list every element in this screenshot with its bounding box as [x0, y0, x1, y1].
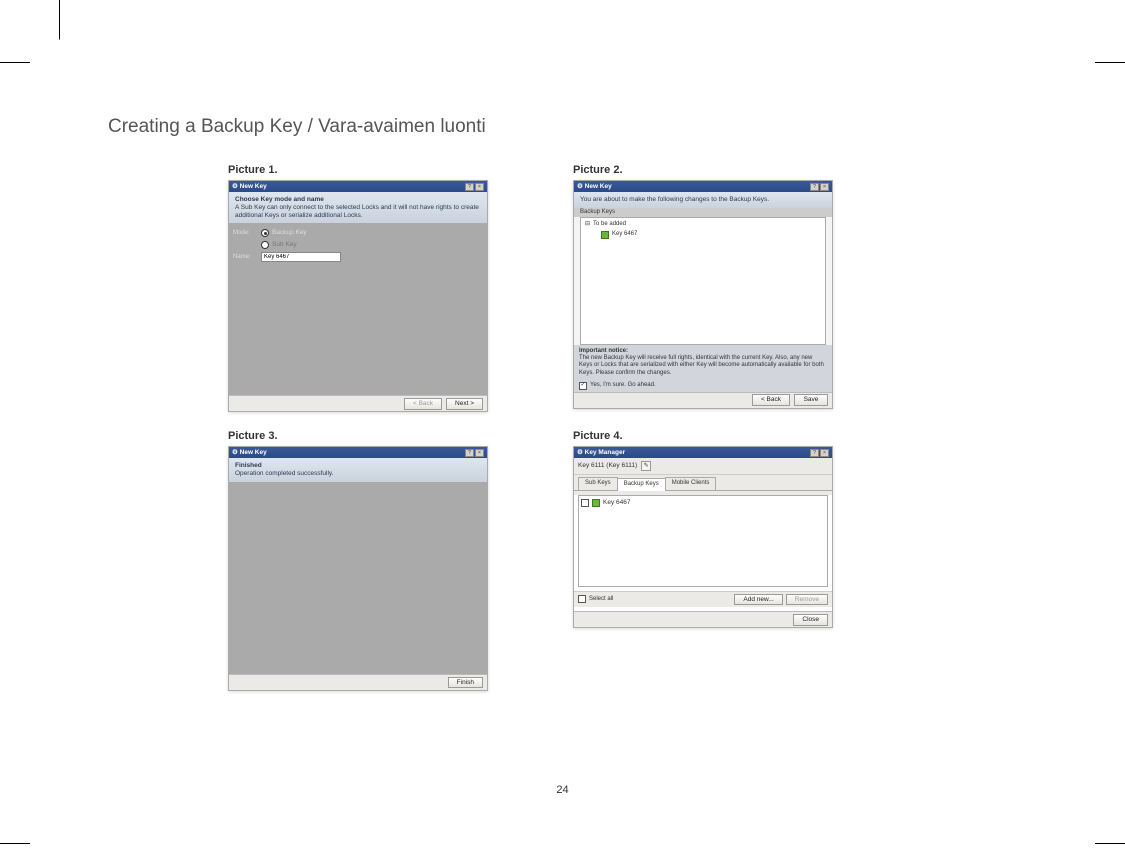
group-header: Backup Keys [574, 208, 832, 217]
window-title: ⚙ Key Manager [577, 449, 625, 457]
figure-3: Picture 3. ⚙ New Key ? × Finished Operat… [228, 430, 488, 691]
key-icon [592, 499, 600, 507]
wizard-banner: Choose Key mode and name A Sub Key can o… [229, 192, 487, 223]
mode-label: Mode: [233, 230, 261, 237]
select-all-checkbox[interactable] [578, 595, 586, 603]
finish-button[interactable]: Finish [448, 677, 483, 689]
back-button: < Back [404, 398, 442, 410]
remove-button: Remove [786, 594, 828, 606]
next-button[interactable]: Next > [446, 398, 483, 410]
tree-group-to-be-added[interactable]: ⊟ To be added [585, 220, 821, 230]
close-button[interactable]: Close [793, 614, 828, 626]
list-item[interactable]: Key 6467 [581, 498, 825, 508]
figure-caption: Picture 3. [228, 430, 488, 442]
figure-caption: Picture 1. [228, 164, 488, 176]
close-icon[interactable]: × [475, 449, 484, 457]
wizard-banner: You are about to make the following chan… [574, 192, 832, 208]
titlebar: ⚙ Key Manager ? × [574, 447, 832, 458]
tab-backup-keys[interactable]: Backup Keys [617, 478, 666, 490]
save-button[interactable]: Save [794, 394, 828, 406]
radio-backup-key[interactable] [261, 229, 269, 237]
breadcrumb: Key 6111 (Key 6111) [578, 462, 637, 470]
figure-4: Picture 4. ⚙ Key Manager ? × Key 6111 (K… [573, 430, 833, 691]
help-icon[interactable]: ? [810, 183, 819, 191]
page-title: Creating a Backup Key / Vara-avaimen luo… [108, 116, 1028, 138]
edit-icon[interactable]: ✎ [641, 461, 651, 471]
help-icon[interactable]: ? [465, 449, 474, 457]
figure-caption: Picture 2. [573, 164, 833, 176]
select-all-label: Select all [589, 596, 613, 603]
close-icon[interactable]: × [820, 183, 829, 191]
window-title: ⚙ New Key [232, 449, 267, 457]
titlebar: ⚙ New Key ? × [229, 447, 487, 458]
key-list: Key 6467 [578, 495, 828, 587]
close-icon[interactable]: × [820, 449, 829, 457]
radio-label-backup: Backup Key [272, 229, 307, 237]
close-icon[interactable]: × [475, 183, 484, 191]
important-notice: Important notice: The new Backup Key wil… [574, 345, 832, 380]
tab-mobile-clients[interactable]: Mobile Clients [665, 477, 717, 489]
tab-sub-keys[interactable]: Sub Keys [578, 477, 618, 489]
radio-label-sub: Sub Key [272, 241, 297, 249]
dialog-key-manager: ⚙ Key Manager ? × Key 6111 (Key 6111) ✎ … [573, 446, 833, 628]
confirm-checkbox[interactable]: ✓ [579, 382, 587, 390]
confirm-label: Yes, I'm sure. Go ahead. [590, 382, 656, 389]
tree-item-key[interactable]: Key 6467 [585, 230, 821, 240]
help-icon[interactable]: ? [810, 449, 819, 457]
back-button[interactable]: < Back [752, 394, 790, 406]
expand-icon[interactable]: ⊟ [585, 221, 590, 228]
key-icon [601, 231, 609, 239]
window-title: ⚙ New Key [232, 183, 267, 191]
radio-sub-key[interactable] [261, 241, 269, 249]
dialog-new-key-confirm: ⚙ New Key ? × You are about to make the … [573, 180, 833, 409]
dialog-new-key-finished: ⚙ New Key ? × Finished Operation complet… [228, 446, 488, 691]
wizard-banner: Finished Operation completed successfull… [229, 458, 487, 482]
help-icon[interactable]: ? [465, 183, 474, 191]
item-checkbox[interactable] [581, 499, 589, 507]
figure-caption: Picture 4. [573, 430, 833, 442]
page-number: 24 [0, 784, 1125, 796]
name-label: Name: [233, 254, 261, 261]
titlebar: ⚙ New Key ? × [574, 181, 832, 192]
figure-1: Picture 1. ⚙ New Key ? × Choose Key mode… [228, 164, 488, 412]
window-title: ⚙ New Key [577, 183, 612, 191]
key-name-input[interactable] [261, 252, 341, 262]
titlebar: ⚙ New Key ? × [229, 181, 487, 192]
dialog-new-key-step1: ⚙ New Key ? × Choose Key mode and name A… [228, 180, 488, 412]
add-new-button[interactable]: Add new... [734, 594, 782, 606]
figure-2: Picture 2. ⚙ New Key ? × You are about t… [573, 164, 833, 412]
